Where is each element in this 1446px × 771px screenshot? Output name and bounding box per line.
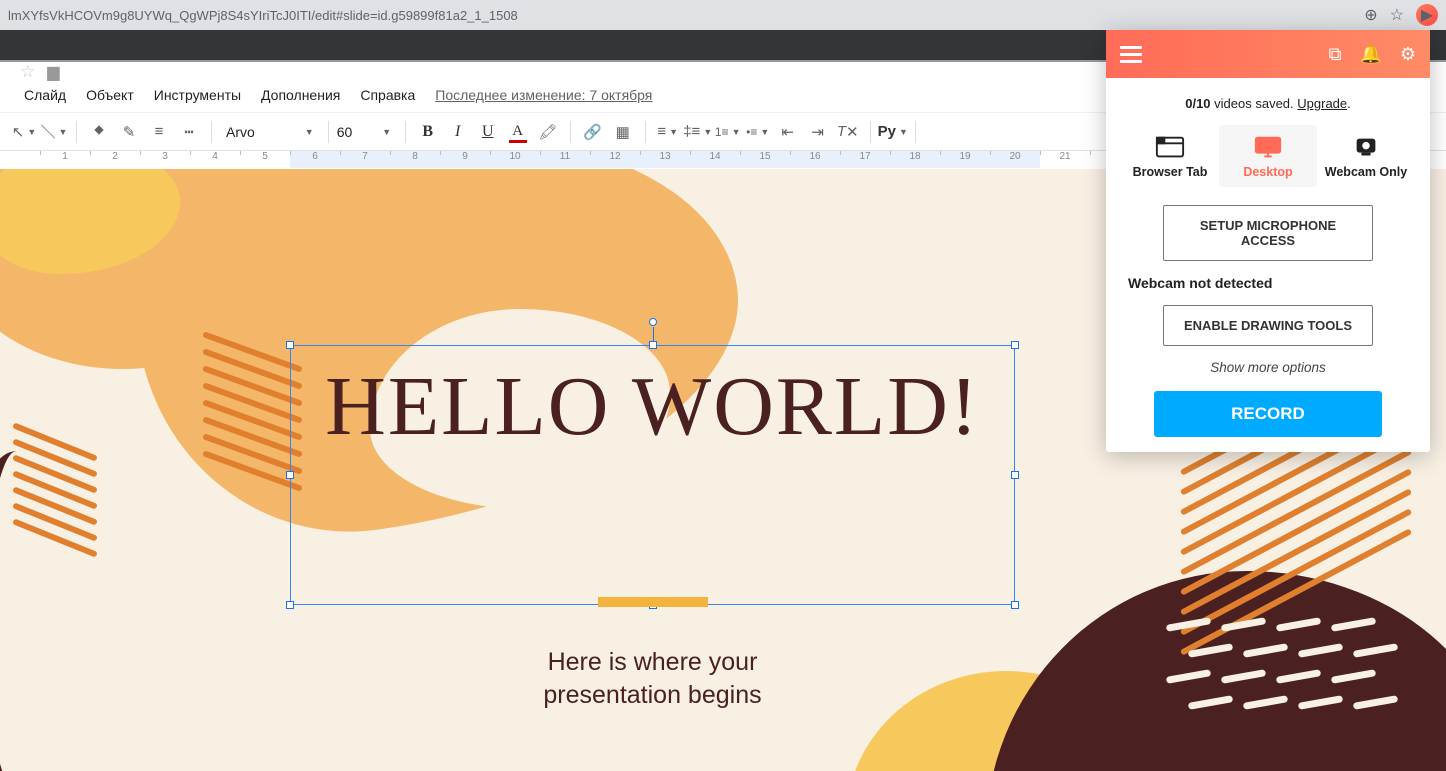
resize-handle-e[interactable]: [1011, 471, 1019, 479]
mode-desktop[interactable]: Desktop: [1219, 125, 1317, 187]
highlight-color-button[interactable]: 🖍: [534, 118, 562, 146]
webcam-status-text: Webcam not detected: [1128, 275, 1272, 291]
numbered-list-button[interactable]: 1≡▼: [714, 118, 742, 146]
border-color-icon[interactable]: ✎: [115, 118, 143, 146]
ext-panel-header: ⧉ 🔔 ⚙: [1106, 30, 1430, 78]
mode-browser-tab[interactable]: Browser Tab: [1121, 125, 1219, 187]
mode-webcam[interactable]: Webcam Only: [1317, 125, 1415, 187]
menu-object[interactable]: Объект: [76, 80, 144, 110]
show-more-options-link[interactable]: Show more options: [1210, 360, 1326, 375]
bookmark-star-icon[interactable]: ☆: [1390, 5, 1404, 25]
clear-formatting-button[interactable]: T✕: [834, 118, 862, 146]
ext-notifications-icon[interactable]: 🔔: [1359, 44, 1381, 65]
zoom-icon[interactable]: ⊕: [1364, 5, 1377, 25]
capture-mode-row: Browser Tab Desktop Webcam Only: [1121, 125, 1415, 187]
resize-handle-ne[interactable]: [1011, 341, 1019, 349]
paragraph-style-button[interactable]: Py▼: [879, 118, 907, 146]
font-family-select[interactable]: Arvo▼: [220, 119, 320, 145]
resize-handle-n[interactable]: [649, 341, 657, 349]
ext-library-icon[interactable]: ⧉: [1329, 44, 1342, 65]
record-button[interactable]: RECORD: [1154, 391, 1382, 437]
browser-actions: ⊕ ☆ ▶: [1364, 4, 1438, 26]
menu-tools[interactable]: Инструменты: [144, 80, 251, 110]
screen-recorder-panel: ⧉ 🔔 ⚙ 0/10 videos saved. Upgrade. Browse…: [1106, 30, 1430, 452]
border-dash-icon[interactable]: ┅: [175, 118, 203, 146]
enable-drawing-button[interactable]: ENABLE DRAWING TOOLS: [1163, 305, 1373, 346]
align-button[interactable]: ≡▼: [654, 118, 682, 146]
title-text-box-selected[interactable]: HELLO WORLD!: [290, 345, 1015, 605]
slide-title-text[interactable]: HELLO WORLD!: [291, 346, 1014, 459]
fill-color-icon[interactable]: [85, 118, 113, 146]
url-text: lmXYfsVkHCOVm9g8UYWq_QgWPj8S4sYIriTcJ0IT…: [8, 8, 1364, 23]
ext-settings-icon[interactable]: ⚙: [1400, 44, 1416, 65]
resize-handle-nw[interactable]: [286, 341, 294, 349]
resize-handle-sw[interactable]: [286, 601, 294, 609]
videos-saved-status: 0/10 videos saved. Upgrade.: [1185, 96, 1351, 111]
insert-comment-icon[interactable]: ▦: [609, 118, 637, 146]
rotate-handle[interactable]: [649, 318, 657, 326]
bulleted-list-button[interactable]: •≡▼: [744, 118, 772, 146]
line-spacing-button[interactable]: ‡≡▼: [684, 118, 712, 146]
indent-decrease-button[interactable]: ⇤: [774, 118, 802, 146]
bold-button[interactable]: B: [414, 118, 442, 146]
underline-button[interactable]: U: [474, 118, 502, 146]
setup-mic-button[interactable]: SETUP MICROPHONE ACCESS: [1163, 205, 1373, 261]
line-tool[interactable]: ＼▼: [40, 118, 68, 146]
menu-help[interactable]: Справка: [350, 80, 425, 110]
menu-addons[interactable]: Дополнения: [251, 80, 350, 110]
select-tool[interactable]: ↖▼: [10, 118, 38, 146]
italic-button[interactable]: I: [444, 118, 472, 146]
slide-subtitle-text[interactable]: Here is where your presentation begins: [290, 646, 1015, 711]
subtitle-line: Here is where your: [548, 648, 758, 676]
extension-badge-icon[interactable]: ▶: [1416, 4, 1438, 26]
border-weight-icon[interactable]: ≡: [145, 118, 173, 146]
saved-count: 0/10: [1185, 96, 1210, 111]
resize-handle-se[interactable]: [1011, 601, 1019, 609]
indent-increase-button[interactable]: ⇥: [804, 118, 832, 146]
subtitle-line: presentation begins: [543, 681, 761, 709]
ext-menu-icon[interactable]: [1120, 46, 1142, 63]
insert-link-icon[interactable]: 🔗: [579, 118, 607, 146]
decorative-dashes: [1166, 621, 1386, 741]
browser-address-bar: lmXYfsVkHCOVm9g8UYWq_QgWPj8S4sYIriTcJ0IT…: [0, 0, 1446, 30]
font-size-select[interactable]: 60▼: [337, 124, 397, 140]
resize-handle-w[interactable]: [286, 471, 294, 479]
upgrade-link[interactable]: Upgrade: [1297, 96, 1347, 111]
text-color-button[interactable]: A: [504, 118, 532, 146]
last-edit-link[interactable]: Последнее изменение: 7 октября: [435, 87, 652, 103]
decorative-stripes: [10, 439, 170, 559]
menu-slide[interactable]: Слайд: [14, 80, 76, 110]
decorative-underline-bar: [598, 597, 708, 607]
